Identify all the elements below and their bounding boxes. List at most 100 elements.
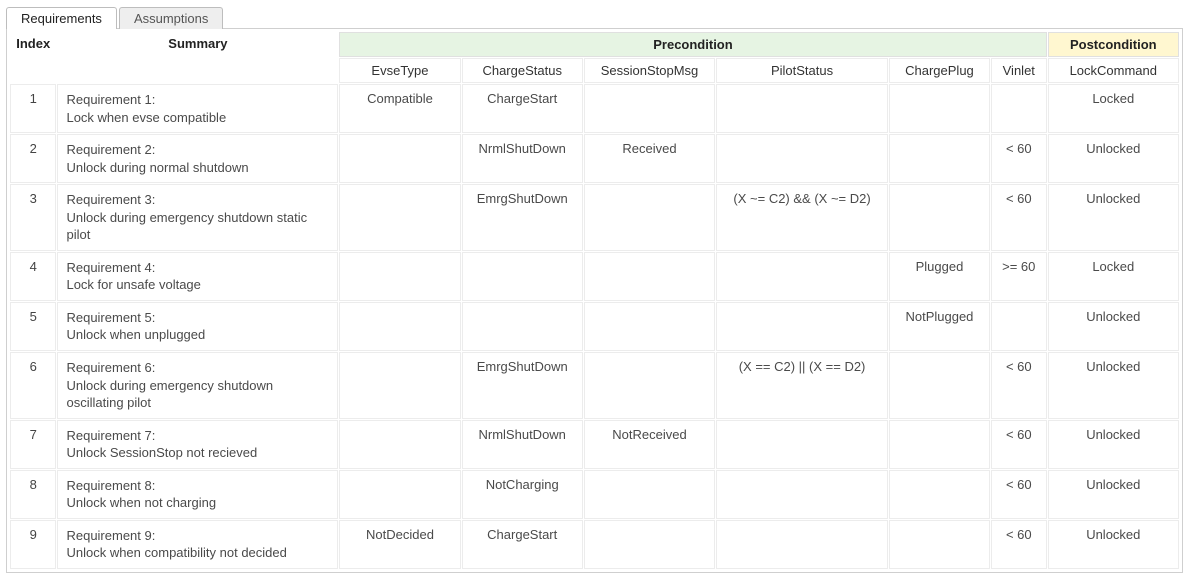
cell-vinlet: < 60 [991,520,1047,569]
cell-evsetype [339,420,460,469]
cell-vinlet: < 60 [991,470,1047,519]
cell-sessionstopmsg [584,520,715,569]
cell-evsetype [339,252,460,301]
cell-vinlet: >= 60 [991,252,1047,301]
cell-sessionstopmsg [584,470,715,519]
cell-summary: Requirement 6: Unlock during emergency s… [57,352,338,419]
table-row: 7Requirement 7: Unlock SessionStop not r… [10,420,1179,469]
cell-evsetype [339,470,460,519]
table-row: 1Requirement 1: Lock when evse compatibl… [10,84,1179,133]
cell-sessionstopmsg [584,184,715,251]
cell-pilotstatus [716,520,888,569]
cell-index: 3 [10,184,56,251]
col-chargeplug: ChargePlug [889,58,990,83]
cell-pilotstatus [716,252,888,301]
cell-pilotstatus [716,302,888,351]
cell-evsetype [339,352,460,419]
cell-evsetype: Compatible [339,84,460,133]
cell-chargeplug [889,470,990,519]
col-pilotstatus: PilotStatus [716,58,888,83]
cell-summary: Requirement 1: Lock when evse compatible [57,84,338,133]
requirements-panel: Index Summary Precondition Postcondition… [6,28,1183,573]
cell-vinlet: < 60 [991,420,1047,469]
cell-vinlet [991,302,1047,351]
col-sessionstopmsg: SessionStopMsg [584,58,715,83]
cell-chargestatus: ChargeStart [462,520,583,569]
cell-lockcommand: Unlocked [1048,470,1179,519]
cell-index: 1 [10,84,56,133]
cell-pilotstatus [716,420,888,469]
cell-lockcommand: Unlocked [1048,184,1179,251]
cell-chargestatus [462,302,583,351]
col-lockcommand: LockCommand [1048,58,1179,83]
cell-summary: Requirement 3: Unlock during emergency s… [57,184,338,251]
cell-sessionstopmsg: Received [584,134,715,183]
tab-assumptions[interactable]: Assumptions [119,7,223,29]
table-row: 8Requirement 8: Unlock when not charging… [10,470,1179,519]
cell-chargestatus: NotCharging [462,470,583,519]
col-chargestatus: ChargeStatus [462,58,583,83]
col-evsetype: EvseType [339,58,460,83]
cell-evsetype [339,134,460,183]
cell-sessionstopmsg [584,302,715,351]
cell-sessionstopmsg [584,352,715,419]
cell-index: 6 [10,352,56,419]
cell-chargestatus: NrmlShutDown [462,134,583,183]
cell-chargeplug: Plugged [889,252,990,301]
cell-chargestatus [462,252,583,301]
cell-summary: Requirement 2: Unlock during normal shut… [57,134,338,183]
cell-vinlet: < 60 [991,134,1047,183]
cell-lockcommand: Unlocked [1048,352,1179,419]
cell-pilotstatus [716,470,888,519]
table-row: 4Requirement 4: Lock for unsafe voltage P… [10,252,1179,301]
cell-chargeplug [889,352,990,419]
cell-pilotstatus [716,134,888,183]
colgroup-postcondition: Postcondition [1048,32,1179,57]
col-vinlet: Vinlet [991,58,1047,83]
tab-strip: Requirements Assumptions [6,4,1183,28]
cell-chargeplug [889,520,990,569]
cell-lockcommand: Locked [1048,252,1179,301]
cell-chargestatus: ChargeStart [462,84,583,133]
cell-vinlet [991,84,1047,133]
cell-lockcommand: Unlocked [1048,420,1179,469]
cell-sessionstopmsg: NotReceived [584,420,715,469]
cell-summary: Requirement 8: Unlock when not charging [57,470,338,519]
table-row: 3Requirement 3: Unlock during emergency … [10,184,1179,251]
cell-vinlet: < 60 [991,352,1047,419]
cell-chargestatus: EmrgShutDown [462,184,583,251]
col-summary: Summary [57,32,338,83]
cell-summary: Requirement 9: Unlock when compatibility… [57,520,338,569]
cell-pilotstatus: (X == C2) || (X == D2) [716,352,888,419]
cell-chargeplug [889,134,990,183]
cell-chargeplug [889,184,990,251]
cell-lockcommand: Unlocked [1048,302,1179,351]
cell-index: 5 [10,302,56,351]
colgroup-precondition: Precondition [339,32,1046,57]
cell-sessionstopmsg [584,84,715,133]
cell-summary: Requirement 5: Unlock when unplugged [57,302,338,351]
cell-vinlet: < 60 [991,184,1047,251]
col-index: Index [10,32,56,83]
cell-index: 9 [10,520,56,569]
cell-pilotstatus [716,84,888,133]
cell-chargeplug: NotPlugged [889,302,990,351]
cell-summary: Requirement 7: Unlock SessionStop not re… [57,420,338,469]
cell-chargestatus: NrmlShutDown [462,420,583,469]
cell-index: 2 [10,134,56,183]
cell-index: 4 [10,252,56,301]
table-row: 5Requirement 5: Unlock when unplugged Not… [10,302,1179,351]
cell-evsetype [339,184,460,251]
cell-chargeplug [889,84,990,133]
cell-chargestatus: EmrgShutDown [462,352,583,419]
cell-lockcommand: Locked [1048,84,1179,133]
cell-index: 8 [10,470,56,519]
cell-evsetype: NotDecided [339,520,460,569]
cell-evsetype [339,302,460,351]
table-row: 9Requirement 9: Unlock when compatibilit… [10,520,1179,569]
table-row: 2Requirement 2: Unlock during normal shu… [10,134,1179,183]
cell-summary: Requirement 4: Lock for unsafe voltage [57,252,338,301]
cell-lockcommand: Unlocked [1048,134,1179,183]
tab-requirements[interactable]: Requirements [6,7,117,29]
cell-sessionstopmsg [584,252,715,301]
